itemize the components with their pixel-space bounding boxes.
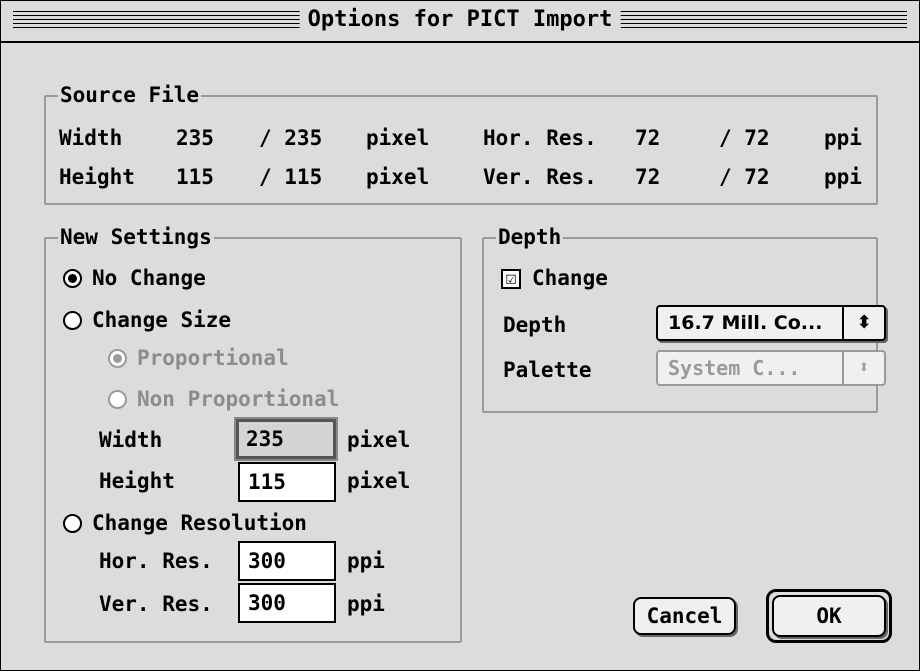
source-ver-res-original: / 72 (719, 165, 770, 189)
title-bar[interactable]: Options for PICT Import (1, 1, 919, 43)
new-ver-res-label: Ver. Res. (99, 592, 213, 616)
depth-popup-value: 16.7 Mill. Co... (668, 312, 823, 334)
radio-selected-icon (108, 349, 127, 368)
pict-import-dialog: Options for PICT Import Source File Widt… (0, 0, 920, 671)
source-width-original: / 235 (259, 126, 323, 150)
change-depth-label: Change (532, 266, 608, 290)
radio-icon (108, 390, 127, 409)
ok-button[interactable]: OK (772, 595, 886, 637)
up-down-arrows-icon: ⬍ (842, 307, 884, 339)
proportional-label: Proportional (137, 346, 289, 370)
change-size-label: Change Size (92, 308, 232, 332)
new-width-label: Width (99, 428, 163, 452)
source-ver-res-unit: ppi (824, 165, 862, 189)
window-title: Options for PICT Import (299, 4, 621, 36)
new-ver-res-field[interactable]: 300 (238, 583, 336, 623)
palette-select-label: Palette (503, 358, 592, 382)
new-hor-res-label: Hor. Res. (99, 549, 213, 573)
depth-group-label: Depth (496, 225, 564, 249)
new-hor-res-field[interactable]: 300 (238, 541, 336, 581)
non-proportional-label: Non Proportional (137, 387, 340, 411)
new-width-unit: pixel (347, 428, 411, 452)
palette-popup[interactable]: System C... ⬍ (656, 350, 886, 386)
radio-selected-icon (63, 269, 82, 288)
new-hor-res-unit: ppi (347, 549, 385, 573)
source-height-original: / 115 (259, 165, 323, 189)
source-hor-res-original: / 72 (719, 126, 770, 150)
source-ver-res-value: 72 (635, 165, 661, 189)
checkmark-icon: ☑ (501, 269, 521, 289)
new-settings-label: New Settings (58, 225, 214, 249)
source-hor-res-value: 72 (635, 126, 661, 150)
depth-select-label: Depth (503, 313, 567, 337)
new-ver-res-unit: ppi (347, 592, 385, 616)
radio-icon (63, 311, 82, 330)
change-resolution-label: Change Resolution (92, 511, 307, 535)
source-height-label: Height (59, 165, 135, 189)
source-hor-res-unit: ppi (824, 126, 862, 150)
radio-icon (63, 514, 82, 533)
palette-popup-value: System C... (668, 356, 801, 380)
new-width-field[interactable]: 235 (234, 417, 338, 461)
source-height-value: 115 (176, 165, 214, 189)
source-hor-res-label: Hor. Res. (483, 126, 597, 150)
source-ver-res-label: Ver. Res. (483, 165, 597, 189)
source-height-unit: pixel (366, 165, 430, 189)
source-width-value: 235 (176, 126, 214, 150)
depth-popup[interactable]: 16.7 Mill. Co... ⬍ (656, 305, 886, 341)
new-height-label: Height (99, 469, 175, 493)
source-width-unit: pixel (366, 126, 430, 150)
no-change-label: No Change (92, 266, 206, 290)
cancel-button[interactable]: Cancel (633, 597, 736, 635)
new-height-unit: pixel (347, 469, 411, 493)
source-width-label: Width (59, 126, 123, 150)
source-file-label: Source File (58, 83, 202, 107)
new-height-field[interactable]: 115 (238, 462, 336, 502)
up-down-arrows-icon: ⬍ (842, 352, 884, 384)
